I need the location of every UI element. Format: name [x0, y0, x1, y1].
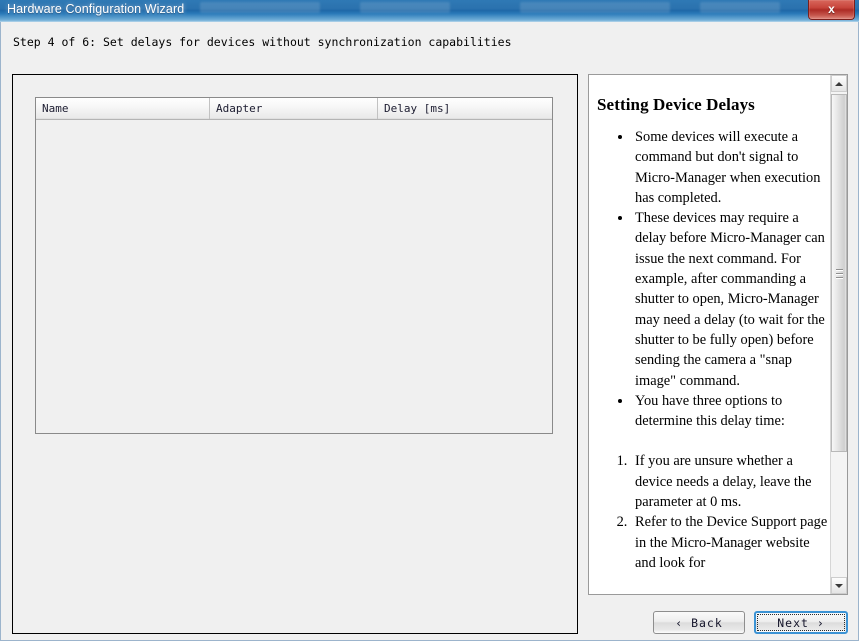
window-body: Step 4 of 6: Set delays for devices with… — [0, 22, 859, 641]
help-content: Setting Device Delays Some devices will … — [589, 75, 830, 594]
grip-icon — [836, 269, 843, 279]
help-title: Setting Device Delays — [597, 95, 755, 114]
next-button-label: Next › — [777, 615, 825, 630]
list-item: These devices may require a delay before… — [633, 208, 830, 391]
next-button[interactable]: Next › — [754, 611, 848, 634]
scroll-down-icon[interactable] — [831, 577, 847, 594]
window-title: Hardware Configuration Wizard — [7, 2, 185, 16]
list-item: You have three options to determine this… — [633, 391, 830, 432]
device-table-panel: Name Adapter Delay [ms] — [12, 74, 578, 634]
back-button[interactable]: ‹ Back — [653, 611, 745, 634]
triangle-up-icon — [835, 81, 843, 86]
scroll-up-icon[interactable] — [831, 75, 847, 92]
help-numbered-list: If you are unsure whether a device needs… — [589, 451, 830, 573]
scrollbar-thumb[interactable] — [831, 94, 847, 452]
hardware-configuration-wizard-window: Hardware Configuration Wizard x Step 4 o… — [0, 0, 859, 641]
titlebar-reflection — [200, 2, 320, 13]
wizard-button-row: ‹ Back Next › — [588, 611, 848, 635]
titlebar-reflection — [360, 2, 450, 13]
table-column-header-name[interactable]: Name — [36, 98, 210, 119]
titlebar-reflection — [700, 2, 780, 13]
help-bullet-list: Some devices will execute a command but … — [589, 127, 830, 431]
device-delay-table[interactable]: Name Adapter Delay [ms] — [35, 97, 553, 434]
close-button[interactable]: x — [808, 0, 855, 20]
list-item: Some devices will execute a command but … — [633, 127, 830, 208]
titlebar-reflection — [520, 2, 670, 13]
step-label: Step 4 of 6: Set delays for devices with… — [13, 35, 512, 49]
table-column-header-delay[interactable]: Delay [ms] — [378, 98, 552, 119]
table-column-header-adapter[interactable]: Adapter — [210, 98, 378, 119]
list-item: If you are unsure whether a device needs… — [631, 451, 830, 512]
help-panel: Setting Device Delays Some devices will … — [588, 74, 848, 595]
list-item: Refer to the Device Support page in the … — [631, 512, 830, 573]
close-icon: x — [828, 2, 835, 16]
table-header-row: Name Adapter Delay [ms] — [36, 98, 552, 120]
help-panel-scrollbar[interactable] — [830, 75, 847, 594]
triangle-down-icon — [835, 583, 843, 588]
back-button-label: ‹ Back — [675, 615, 723, 630]
table-body-empty[interactable] — [36, 120, 552, 433]
title-bar: Hardware Configuration Wizard x — [0, 0, 859, 22]
